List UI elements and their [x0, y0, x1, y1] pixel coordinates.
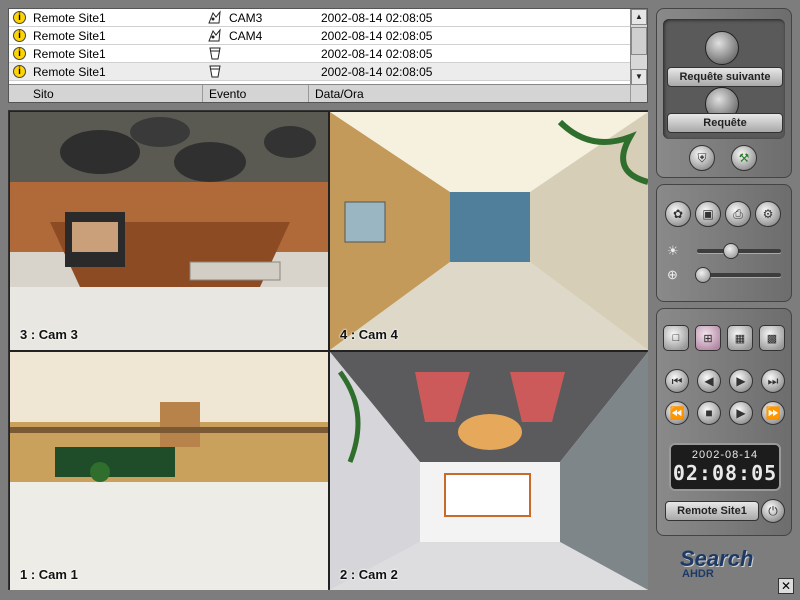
camera-feed-3 [10, 112, 328, 350]
camera-tile-2[interactable]: 2 : Cam 2 [330, 352, 648, 590]
camera-grid: 3 : Cam 3 4 : Cam 4 1 : Cam 1 2: Cam 2 [8, 110, 648, 590]
event-date: 2002-08-14 02:08:05 [321, 11, 433, 25]
column-date[interactable]: Data/Ora [309, 85, 631, 102]
event-site: Remote Site1 [33, 47, 106, 61]
scroll-up-button[interactable]: ▲ [631, 9, 647, 25]
contrast-icon: ⊕ [667, 267, 678, 282]
info-icon: i [13, 65, 26, 78]
stop-icon[interactable]: ■ [697, 401, 721, 425]
shield-icon[interactable]: ⛨ [689, 145, 715, 171]
event-row[interactable]: i Remote Site1 2002-08-14 02:08:05 [9, 45, 631, 63]
vertical-scrollbar[interactable]: ▲ ▼ [630, 9, 647, 85]
info-icon: i [13, 47, 26, 60]
camera-tile-3[interactable]: 3 : Cam 3 [10, 112, 328, 350]
camera-label-3: 3 : Cam 3 [20, 327, 78, 342]
info-icon: i [13, 29, 26, 42]
skip-end-icon[interactable]: ⏭ [761, 369, 785, 393]
brightness-icon: ☀ [667, 243, 679, 258]
query-button[interactable]: Requête [667, 113, 783, 133]
app-brand-sub: AHDR [682, 568, 714, 580]
rewind-icon[interactable]: ⏪ [665, 401, 689, 425]
layout-16-icon[interactable]: ▩ [759, 325, 785, 351]
table-header: Sito Evento Data/Ora [9, 84, 647, 102]
layout-9-icon[interactable]: ▦ [727, 325, 753, 351]
next-query-button[interactable]: Requête suivante [667, 67, 783, 87]
save-icon[interactable]: ▣ [695, 201, 721, 227]
camera-tile-4[interactable]: 4 : Cam 4 [330, 112, 648, 350]
event-name: CAM4 [229, 29, 263, 43]
playback-panel: □ ⊞ ▦ ▩ ⏮ ◀ ▶ ⏭ ⏪ ■ ▶ ⏩ 2002-08-14 02:08… [656, 308, 792, 536]
sensor-icon [209, 47, 221, 60]
search-panel: Requête suivante Requête ⛨ ⚒ [656, 8, 792, 178]
event-rows: i Remote Site1 CAM3 2002-08-14 02:08:05 … [9, 9, 631, 85]
event-date: 2002-08-14 02:08:05 [321, 29, 433, 43]
event-site: Remote Site1 [33, 29, 106, 43]
event-name: CAM3 [229, 11, 263, 25]
next-query-knob[interactable] [705, 31, 739, 65]
event-table: i Remote Site1 CAM3 2002-08-14 02:08:05 … [8, 8, 648, 103]
brightness-thumb[interactable] [723, 243, 739, 259]
motion-icon [208, 10, 221, 24]
event-site: Remote Site1 [33, 11, 106, 25]
event-row[interactable]: i Remote Site1 CAM3 2002-08-14 02:08:05 [9, 9, 631, 27]
camera-feed-1 [10, 352, 328, 590]
camera-label-2: 2 : Cam 2 [340, 567, 398, 582]
play-icon[interactable]: ▶ [729, 401, 753, 425]
layout-single-icon[interactable]: □ [663, 325, 689, 351]
info-icon: i [13, 11, 26, 24]
event-date: 2002-08-14 02:08:05 [321, 47, 433, 61]
camera-tile-1[interactable]: 1 : Cam 1 [10, 352, 328, 590]
fast-forward-icon[interactable]: ⏩ [761, 401, 785, 425]
camera-label-1: 1 : Cam 1 [20, 567, 78, 582]
event-date: 2002-08-14 02:08:05 [321, 65, 433, 79]
column-site[interactable]: Sito [9, 85, 203, 102]
brightness-slider[interactable] [697, 249, 781, 253]
clock-time: 02:08:05 [672, 461, 778, 485]
event-site: Remote Site1 [33, 65, 106, 79]
sensor-icon [209, 65, 221, 78]
contrast-thumb[interactable] [695, 267, 711, 283]
clock-date: 2002-08-14 [691, 449, 759, 461]
step-back-icon[interactable]: ◀ [697, 369, 721, 393]
motion-icon [208, 28, 221, 42]
camera-feed-2 [330, 352, 648, 590]
tool-icon[interactable]: ⚒ [731, 145, 757, 171]
scroll-thumb[interactable] [631, 27, 647, 55]
event-row[interactable]: i Remote Site1 CAM4 2002-08-14 02:08:05 [9, 27, 631, 45]
column-event[interactable]: Evento [203, 85, 309, 102]
settings-icon[interactable]: ⚙ [755, 201, 781, 227]
skip-start-icon[interactable]: ⏮ [665, 369, 689, 393]
color-icon[interactable]: ✿ [665, 201, 691, 227]
print-icon[interactable]: ⎙ [725, 201, 751, 227]
camera-feed-4 [330, 112, 648, 350]
step-forward-icon[interactable]: ▶ [729, 369, 753, 393]
layout-quad-icon[interactable]: ⊞ [695, 325, 721, 351]
event-row[interactable]: i Remote Site1 2002-08-14 02:08:05 [9, 63, 631, 81]
clock-display: 2002-08-14 02:08:05 [669, 443, 781, 491]
site-select[interactable]: Remote Site1 [665, 501, 759, 521]
connect-icon[interactable]: ⏻ [761, 499, 785, 523]
camera-label-4: 4 : Cam 4 [340, 327, 398, 342]
close-icon[interactable]: ✕ [778, 578, 794, 594]
image-panel: ✿ ▣ ⎙ ⚙ ☀ ⊕ [656, 184, 792, 302]
scroll-down-button[interactable]: ▼ [631, 69, 647, 85]
